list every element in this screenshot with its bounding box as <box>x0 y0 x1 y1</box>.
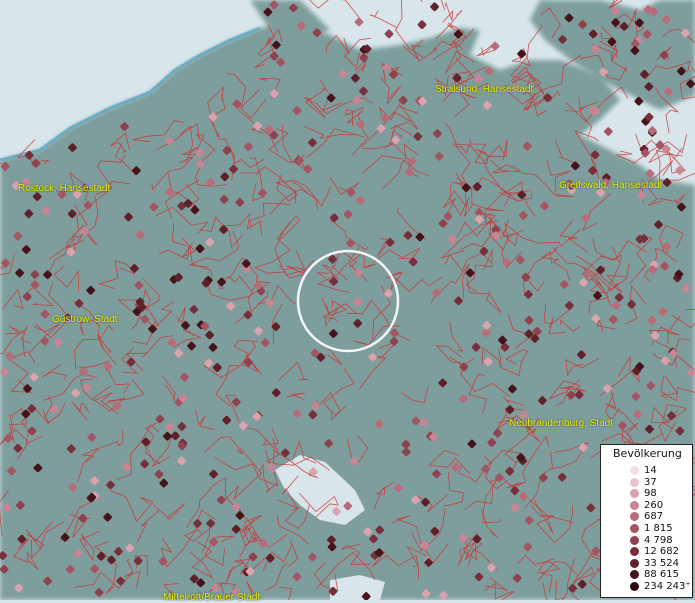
legend-item: 260 <box>601 500 663 511</box>
city-label-greifswald[interactable]: Greifswald, Hansestadt <box>559 180 662 191</box>
legend-item: 12 682 <box>601 546 679 557</box>
legend-label: 88 615 <box>644 569 679 580</box>
legend-label: 234 243⁺ <box>644 581 691 592</box>
legend-swatch <box>630 582 639 591</box>
legend-swatch <box>630 466 639 475</box>
legend-swatch <box>630 501 639 510</box>
legend-label: 687 <box>644 511 663 522</box>
legend-label: 12 682 <box>644 546 679 557</box>
city-label-rostock[interactable]: Rostock, Hansestadt <box>18 183 110 194</box>
population-legend: Bevölkerung 1437982606871 8154 79812 682… <box>600 444 693 598</box>
legend-item: 88 615 <box>601 569 679 580</box>
legend-item: 687 <box>601 511 663 522</box>
city-label-neubrandenburg[interactable]: Neubrandenburg, Stadt <box>509 418 613 429</box>
legend-label: 37 <box>644 477 657 488</box>
legend-item: 234 243⁺ <box>601 581 691 592</box>
city-label-stralsund[interactable]: Stralsund, Hansestadt <box>435 84 533 95</box>
legend-item: 4 798 <box>601 535 673 546</box>
legend-swatch <box>630 547 639 556</box>
legend-item: 37 <box>601 477 657 488</box>
legend-swatch <box>630 570 639 579</box>
legend-swatch <box>630 536 639 545</box>
city-label-mueritz[interactable]: Mittelrott/Brauer Stadt <box>163 592 260 603</box>
legend-label: 33 524 <box>644 558 679 569</box>
legend-item: 14 <box>601 465 657 476</box>
city-label-guestrow[interactable]: Güstrow, Stadt <box>52 314 118 325</box>
legend-swatch <box>630 478 639 487</box>
legend-item: 1 815 <box>601 523 673 534</box>
legend-item: 33 524 <box>601 558 679 569</box>
legend-label: 4 798 <box>644 535 673 546</box>
legend-label: 98 <box>644 488 657 499</box>
legend-swatch <box>630 512 639 521</box>
legend-title: Bevölkerung <box>601 445 692 461</box>
legend-swatch <box>630 559 639 568</box>
legend-item: 98 <box>601 488 657 499</box>
legend-label: 14 <box>644 465 657 476</box>
legend-swatch <box>630 489 639 498</box>
legend-label: 1 815 <box>644 523 673 534</box>
map-canvas[interactable] <box>0 0 695 600</box>
legend-label: 260 <box>644 500 663 511</box>
legend-swatch <box>630 524 639 533</box>
